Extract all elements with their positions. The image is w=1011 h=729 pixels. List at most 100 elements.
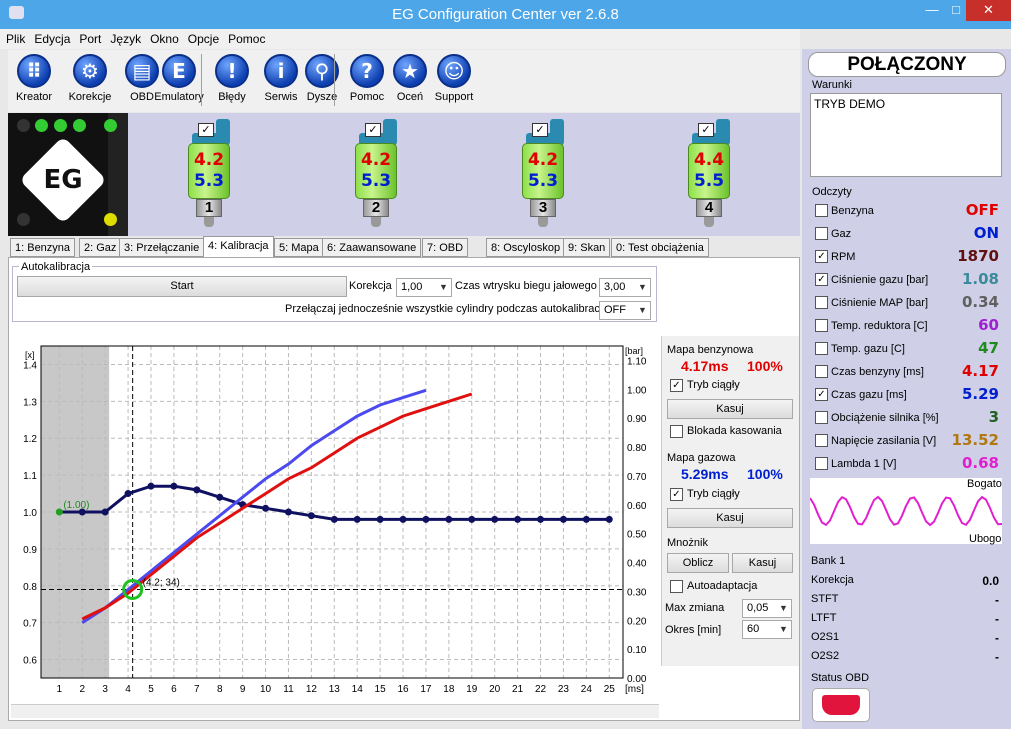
reading-checkbox[interactable] [815,204,828,217]
multiplier-point [491,515,499,523]
gas-map-clear-button[interactable]: Kasuj [667,508,793,528]
bank-row-label: LTFT [811,612,837,624]
menu-5[interactable]: Opcje [182,29,222,46]
close-button[interactable]: ✕ [966,0,1011,21]
tab-1[interactable]: 2: Gaz [79,238,122,257]
multiplier-point [559,515,567,523]
reading-checkbox[interactable] [815,365,828,378]
bank-row-value: 0.0 [982,574,999,588]
period-value: 60 [747,623,760,635]
x-tick: 13 [329,684,341,695]
maximize-button[interactable]: □ [946,0,966,21]
tab-4[interactable]: 5: Mapa [274,238,324,257]
reading-checkbox[interactable] [815,227,828,240]
korekcja-select[interactable]: 1,00 ▼ [396,278,452,297]
reading-checkbox[interactable] [815,434,828,447]
idle-time-label: Czas wtrysku biegu jałowego [455,280,597,292]
idle-time-select[interactable]: 3,00 ▼ [599,278,651,297]
support-icon: ☺ [437,54,471,88]
tab-7[interactable]: 8: Oscyloskop [486,238,566,257]
injector-3[interactable]: ✓ 4.2 5.3 3 [516,119,570,231]
max-change-select[interactable]: 0,05 ▼ [742,599,792,618]
obd-connector-icon [812,688,870,722]
menu-4[interactable]: Okno [144,29,182,46]
tab-3[interactable]: 4: Kalibracja [203,236,274,257]
reading-value: 60 [978,316,999,334]
toolbar-kreator-button[interactable]: ⠿ Kreator [8,54,60,103]
tab-0[interactable]: 1: Benzyna [10,238,76,257]
reading-checkbox[interactable] [815,457,828,470]
chevron-down-icon: ▼ [779,603,788,613]
window-title: EG Configuration Center ver 2.6.8 [392,6,619,23]
clear-lock-checkbox[interactable] [670,425,683,438]
reading-checkbox[interactable]: ✓ [815,273,828,286]
reading-checkbox[interactable]: ✓ [815,388,828,401]
reading-checkbox[interactable] [815,411,828,424]
multiplier-point [376,515,384,523]
y-tick-right: 0.90 [627,414,647,425]
tab-2[interactable]: 3: Przełączanie [119,238,205,257]
autoadapt-checkbox[interactable] [670,580,683,593]
tab-8[interactable]: 9: Skan [563,238,611,257]
injector-1[interactable]: ✓ 4.2 5.3 1 [182,119,236,231]
x-tick: 2 [79,684,85,695]
menu-0[interactable]: Plik [0,29,28,46]
multiplier-point [514,515,522,523]
tab-5[interactable]: 6: Zaawansowane [322,238,422,257]
title-bar: EG Configuration Center ver 2.6.8 — □ ✕ [0,0,1011,29]
switch-all-select[interactable]: OFF ▼ [599,301,651,320]
lambda-lean-label: Ubogo [969,533,1002,545]
injector-checkbox[interactable]: ✓ [532,123,548,137]
injector-2[interactable]: ✓ 4.2 5.3 2 [349,119,403,231]
reading-checkbox[interactable] [815,319,828,332]
gas-continuous-checkbox[interactable]: ✓ [670,488,683,501]
petrol-continuous-checkbox[interactable]: ✓ [670,379,683,392]
injector-checkbox[interactable]: ✓ [365,123,381,137]
reading-label: RPM [831,251,856,263]
reading-value: 13.52 [951,431,999,449]
x-tick: 1 [57,684,63,695]
petrol-map-clear-button[interactable]: Kasuj [667,399,793,419]
minimize-button[interactable]: — [918,0,946,21]
reading-label: Czas gazu [ms] [831,389,907,401]
emulator-icon: E [162,54,196,88]
tab-6[interactable]: 7: OBD [422,238,469,257]
multiplier-clear-button[interactable]: Kasuj [732,553,793,573]
y-tick-left: 0.7 [23,619,37,630]
switch-all-value: OFF [604,304,626,316]
reading-checkbox[interactable] [815,342,828,355]
reading-checkbox[interactable] [815,296,828,309]
x-tick: 15 [375,684,387,695]
multiplier-point [422,515,430,523]
menu-6[interactable]: Pomoc [222,29,268,46]
menu-1[interactable]: Edycja [28,29,73,46]
reading-value: 0.34 [961,293,999,311]
menu-3[interactable]: Język [104,29,144,46]
multiplier-point [124,490,132,498]
obd-status-label: Status OBD [811,672,870,684]
multiplier-point [605,515,613,523]
calibration-chart[interactable]: 1.4 1.3 1.2 1.1 1.0 0.9 0.8 0.7 0.6 1.10 1.00 0.90 0… [11,336,661,704]
x-tick: 24 [581,684,593,695]
multiplier-point [307,512,315,520]
injector-4[interactable]: ✓ 4.4 5.5 4 [682,119,736,231]
calculate-button[interactable]: Oblicz [667,553,729,573]
reading-value: 5.29 [961,385,999,403]
menu-2[interactable]: Port [73,29,104,46]
tab-9[interactable]: 0: Test obciążenia [611,238,709,257]
toolbar-korekcje-button[interactable]: ⚙ Korekcje [64,54,116,103]
toolbar-błędy-button[interactable]: ! Błędy [206,54,258,103]
start-button[interactable]: Start [17,276,347,297]
connection-status: POŁĄCZONY [808,52,1006,77]
max-change-label: Max zmiana [665,602,725,614]
led-3 [54,119,67,132]
y-axis-label-left: [x] [25,350,35,360]
toolbar-emulatory-button[interactable]: E Emulatory [153,54,205,103]
toolbar-support-button[interactable]: ☺ Support [428,54,480,103]
injector-checkbox[interactable]: ✓ [698,123,714,137]
reading-checkbox[interactable]: ✓ [815,250,828,263]
horizontal-scrollbar[interactable] [11,704,659,718]
injector-checkbox[interactable]: ✓ [198,123,214,137]
period-select[interactable]: 60 ▼ [742,620,792,639]
reading-label: Czas benzyny [ms] [831,366,924,378]
